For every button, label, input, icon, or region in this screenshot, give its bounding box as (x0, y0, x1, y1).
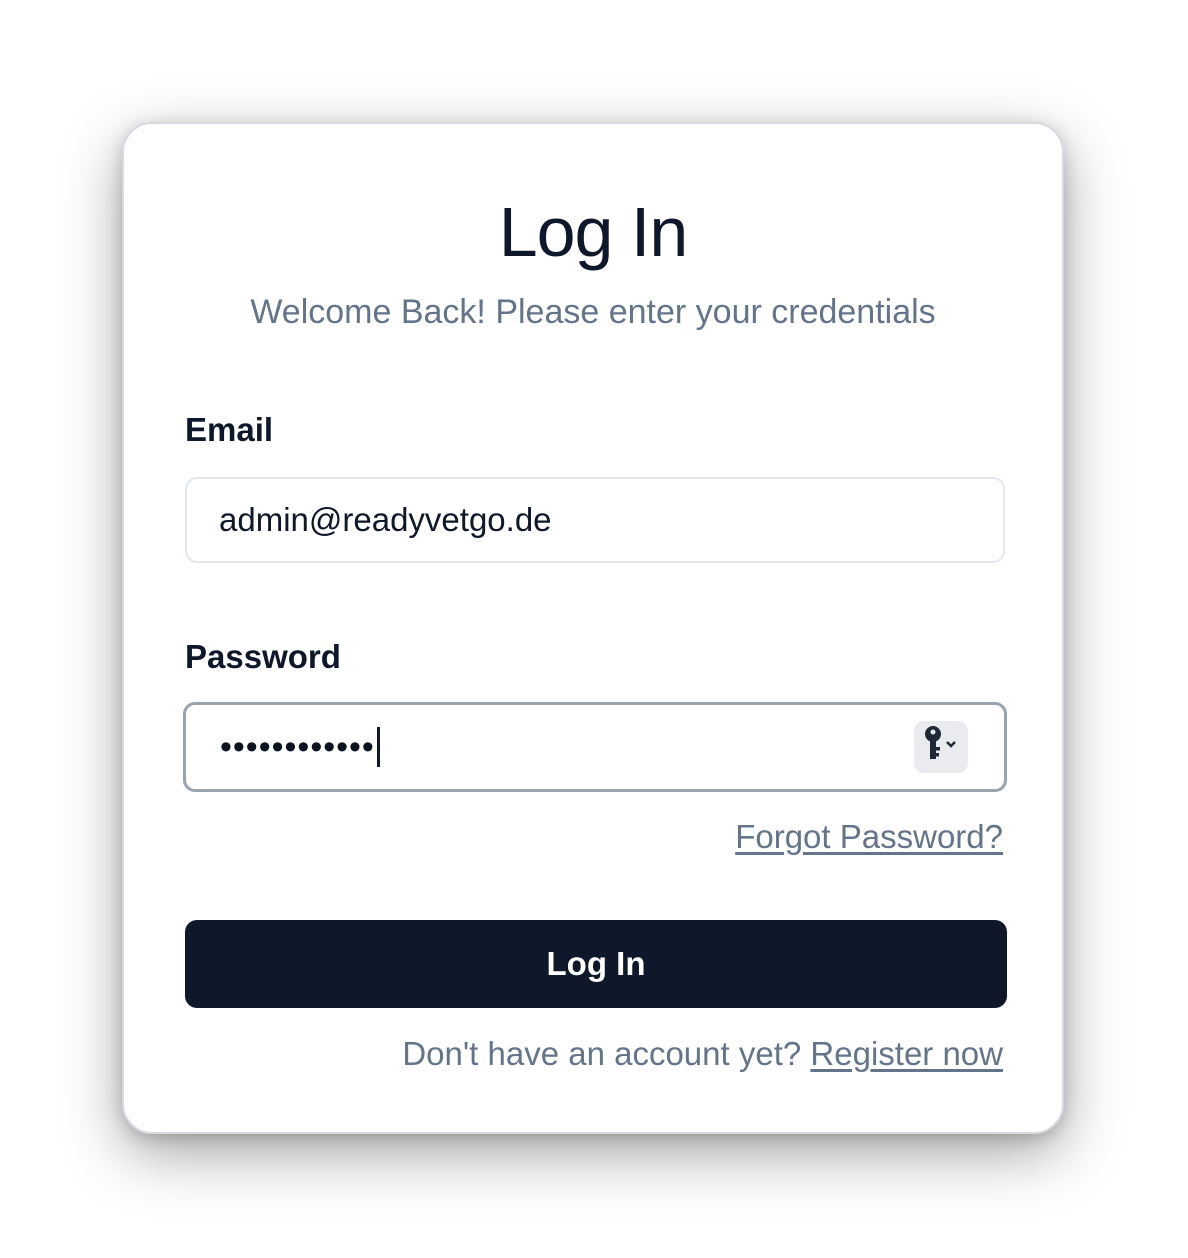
email-label: Email (185, 411, 274, 448)
register-prompt-text: Don't have an account yet? (402, 1035, 802, 1072)
email-field[interactable]: admin@readyvetgo.de (185, 477, 1005, 563)
login-card: Log In Welcome Back! Please enter your c… (122, 122, 1064, 1134)
password-label: Password (185, 638, 341, 675)
key-icon (920, 723, 962, 771)
password-field-value: •••••••••••• (220, 728, 375, 766)
register-prompt: Don't have an account yet? Register now (402, 1034, 1003, 1074)
email-field-value: admin@readyvetgo.de (219, 501, 552, 538)
password-field[interactable]: •••••••••••• (183, 702, 1007, 792)
chevron-down-icon (946, 741, 956, 748)
register-link[interactable]: Register now (810, 1035, 1003, 1072)
page-subtitle: Welcome Back! Please enter your credenti… (250, 293, 936, 331)
forgot-password-link[interactable]: Forgot Password? (735, 817, 1003, 857)
text-caret (376, 727, 380, 767)
login-button[interactable]: Log In (185, 920, 1007, 1008)
page-title: Log In (498, 193, 689, 271)
password-autofill-button[interactable] (914, 721, 968, 773)
